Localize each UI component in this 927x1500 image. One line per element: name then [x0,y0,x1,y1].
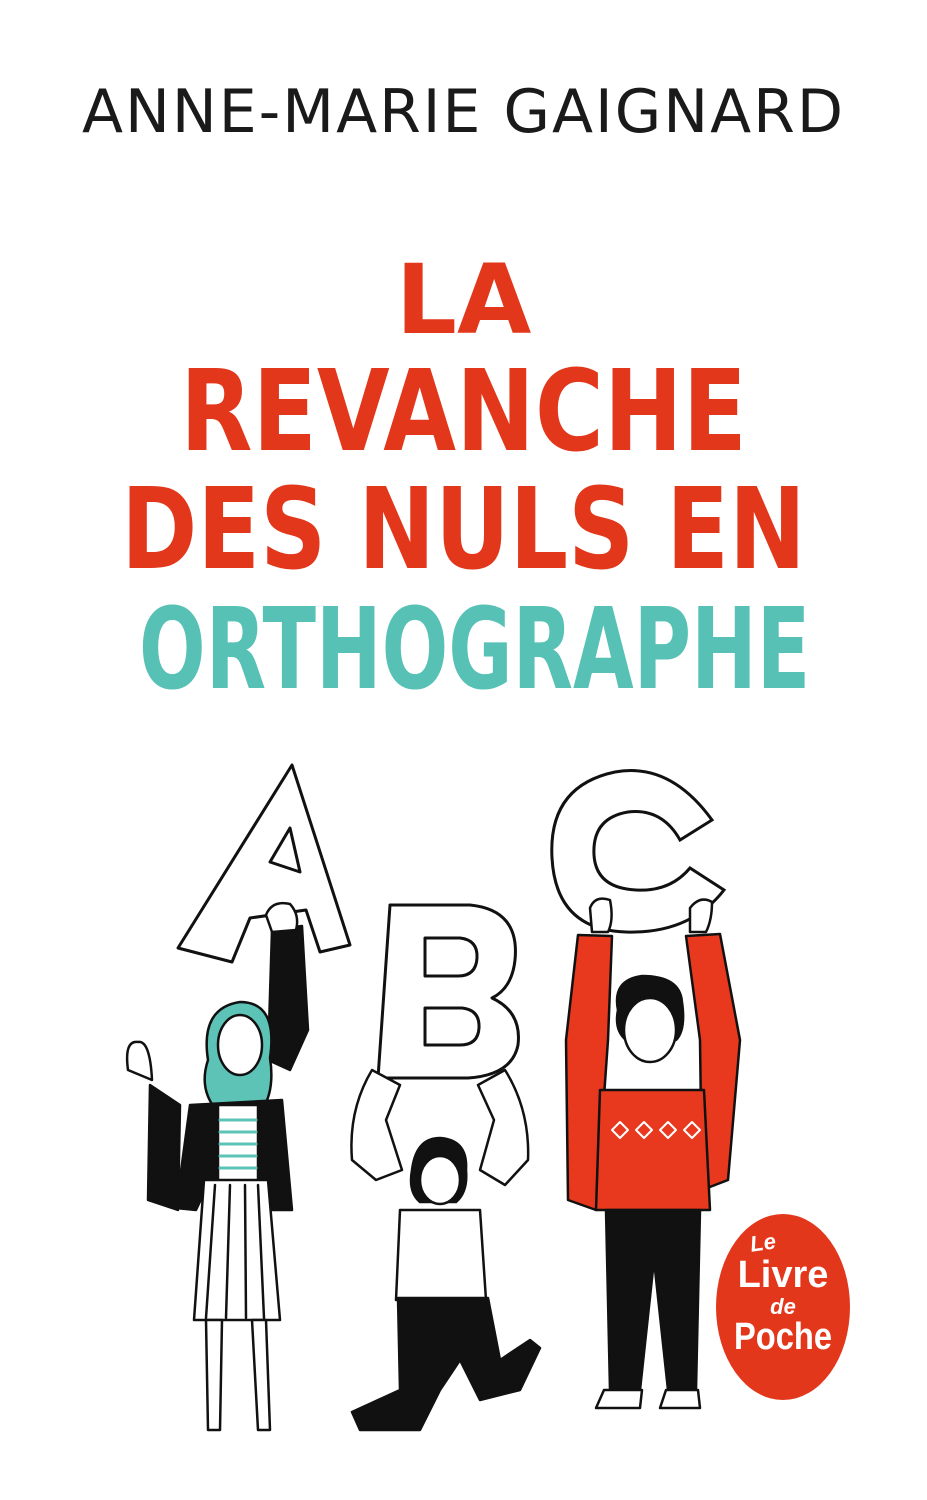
title-line-4: ORTHOGRAPHE [139,585,811,715]
publisher-logo-text: Le Livre de Poche [716,1228,850,1358]
person-teal-hair [125,901,310,1432]
person-dark-hair [350,1068,542,1432]
logo-livre: Livre [737,1254,829,1296]
title-line-2: REVANCHE [180,347,747,477]
title-line-1: LA [395,244,532,356]
letter-b-shape [376,903,520,1080]
logo-poche: Poche [733,1316,833,1358]
title-line-3: DES NULS EN [121,465,806,595]
letter-a-shape [176,763,352,964]
logo-de: de [770,1294,796,1319]
person-red-sweater [564,897,742,1410]
author-name: ANNE-MARIE GAIGNARD [81,77,846,147]
book-cover: ANNE-MARIE GAIGNARD LA REVANCHE DES NULS… [0,0,927,1500]
